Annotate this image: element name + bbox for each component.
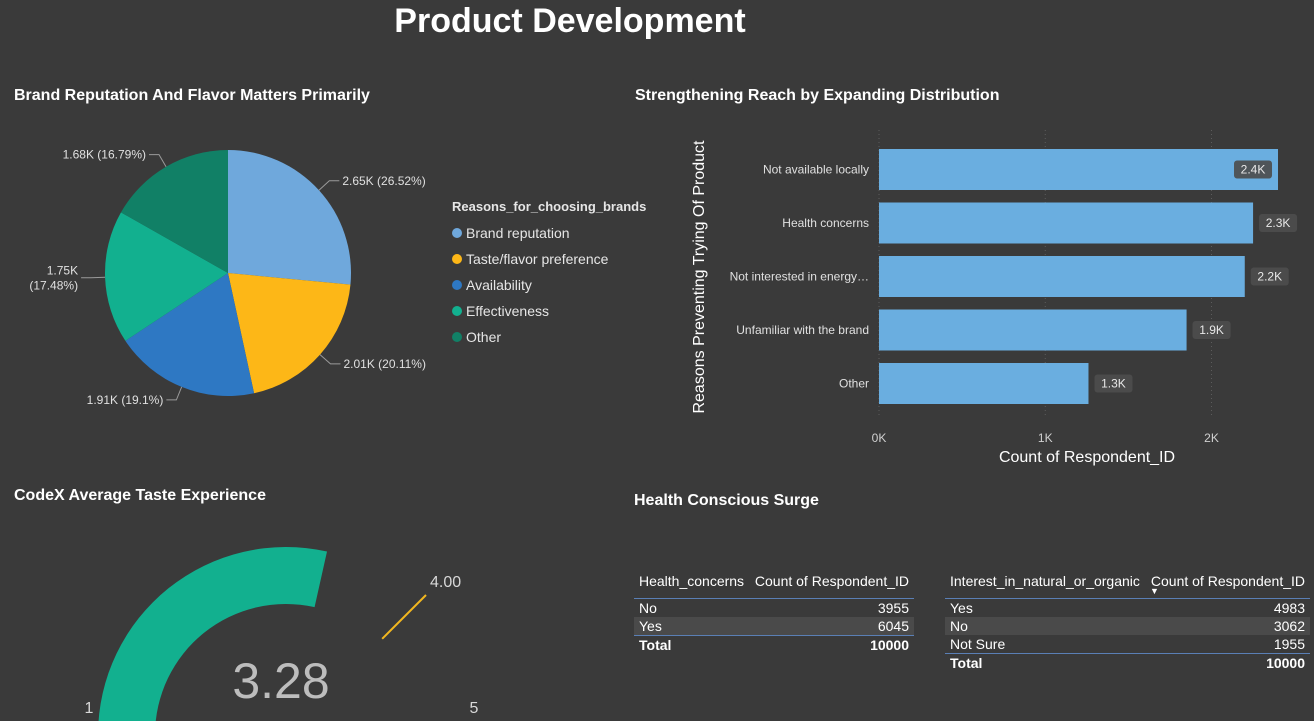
gauge-target-label: 4.00	[430, 574, 461, 591]
legend-item[interactable]: Other	[452, 324, 646, 350]
pie-slice	[228, 150, 351, 285]
table-cell: 6045	[749, 617, 914, 636]
table-cell: Total	[634, 635, 750, 654]
pie-data-label: 2.65K (26.52%)	[342, 174, 425, 188]
table-cell: 3955	[877, 600, 909, 616]
health-concerns-table: Health_concerns Count of Respondent_ID N…	[634, 564, 914, 654]
legend-marker	[452, 228, 462, 238]
y-tick-label: Health concerns	[782, 216, 869, 230]
data-label: 2.4K	[1241, 163, 1266, 177]
x-tick-label: 2K	[1204, 431, 1219, 445]
table-row[interactable]: No 3955	[634, 599, 914, 618]
x-tick-label: 1K	[1038, 431, 1053, 445]
page-title: Product Development	[394, 2, 746, 40]
gauge-min-label: 1	[85, 700, 94, 717]
legend-item[interactable]: Taste/flavor preference	[452, 246, 646, 272]
legend-label: Taste/flavor preference	[466, 251, 609, 267]
table-cell: Yes	[950, 600, 973, 616]
pie-leader-line	[318, 180, 340, 191]
bar-chart: 0K 1K 2K Not available locally 2.4K Health co…	[691, 130, 1298, 466]
pie-data-label: 1.68K (16.79%)	[63, 148, 146, 162]
table-cell: Not Sure	[950, 636, 1006, 652]
table-cell: No	[945, 617, 1146, 635]
data-label: 2.2K	[1257, 270, 1282, 284]
data-label: 1.3K	[1101, 377, 1126, 391]
table-row[interactable]: Yes 6045	[634, 617, 914, 636]
pie-leader-line	[149, 154, 167, 167]
bar-chart-title: Strengthening Reach by Expanding Distrib…	[635, 87, 1000, 104]
gauge-value-label: 3.28	[232, 653, 329, 709]
data-label: 1.9K	[1199, 323, 1224, 337]
pie-chart: 2.65K (26.52%) 2.01K (20.11%) 1.91K (19.1%…	[29, 148, 426, 407]
pie-data-label: 1.75K (17.48%)	[29, 264, 78, 293]
table-row[interactable]: No 3062	[945, 617, 1310, 635]
table-cell: Yes	[634, 617, 750, 636]
legend-item[interactable]: Availability	[452, 272, 646, 298]
y-tick-label: Not interested in energy…	[730, 270, 869, 284]
legend-marker	[452, 306, 462, 316]
table-cell: 10000	[1145, 653, 1310, 672]
legend-marker	[452, 280, 462, 290]
bar	[879, 256, 1245, 297]
y-axis-title: Reasons Preventing Trying Of Product	[691, 140, 708, 414]
tables-title: Health Conscious Surge	[634, 492, 819, 509]
table-cell: 10000	[749, 635, 914, 654]
legend-item[interactable]: Brand reputation	[452, 220, 646, 246]
gauge-target-marker	[381, 594, 427, 640]
table-total-row: Total 10000	[634, 635, 914, 654]
table-cell: 4983	[1273, 600, 1305, 616]
legend-item[interactable]: Effectiveness	[452, 298, 646, 324]
legend-marker	[452, 254, 462, 264]
table-cell: Total	[945, 653, 1146, 672]
x-axis-title: Count of Respondent_ID	[999, 449, 1175, 466]
pie-data-label: 1.91K (19.1%)	[87, 393, 164, 407]
gauge-max-label: 5	[470, 700, 479, 717]
data-label: 2.3K	[1266, 216, 1291, 230]
column-header[interactable]: Interest_in_natural_or_organic	[945, 564, 1146, 599]
table-total-row: Total 10000	[945, 653, 1310, 672]
bar	[879, 309, 1187, 351]
legend-label: Effectiveness	[466, 303, 550, 319]
gauge-title: CodeX Average Taste Experience	[14, 487, 266, 504]
sort-descending-icon[interactable]: ▼	[1150, 586, 1159, 596]
y-tick-label: Unfamiliar with the brand	[736, 323, 869, 337]
x-tick-label: 0K	[872, 431, 887, 445]
pie-leader-line	[166, 386, 183, 401]
legend-label: Brand reputation	[466, 225, 570, 241]
bar	[879, 363, 1089, 404]
gauge-chart: 4.00 3.28 1 5	[85, 547, 479, 721]
column-header[interactable]: Health_concerns	[634, 564, 750, 599]
interest-organic-table: Interest_in_natural_or_organic Count of …	[945, 564, 1310, 672]
bar	[879, 149, 1279, 190]
y-tick-label: Other	[839, 377, 869, 391]
legend-label: Other	[466, 329, 502, 345]
legend-marker	[452, 332, 462, 342]
table-row[interactable]: Yes 4983	[945, 599, 1310, 618]
y-tick-label: Not available locally	[763, 163, 869, 177]
pie-legend: Reasons_for_choosing_brands Brand reputa…	[452, 199, 646, 350]
column-header[interactable]: Count of Respondent_ID	[749, 564, 914, 599]
legend-label: Availability	[466, 277, 532, 293]
table-row[interactable]: Not Sure 1955	[945, 635, 1310, 654]
table-cell: 1955	[1273, 636, 1305, 652]
table-cell: 3062	[1145, 617, 1310, 635]
table-cell: No	[639, 600, 657, 616]
pie-leader-line	[319, 354, 341, 365]
pie-data-label: 2.01K (20.11%)	[343, 357, 426, 371]
column-header[interactable]: Count of Respondent_ID	[1145, 564, 1310, 599]
legend-title: Reasons_for_choosing_brands	[452, 199, 647, 214]
bar	[879, 202, 1254, 244]
pie-chart-title: Brand Reputation And Flavor Matters Prim…	[14, 87, 370, 104]
